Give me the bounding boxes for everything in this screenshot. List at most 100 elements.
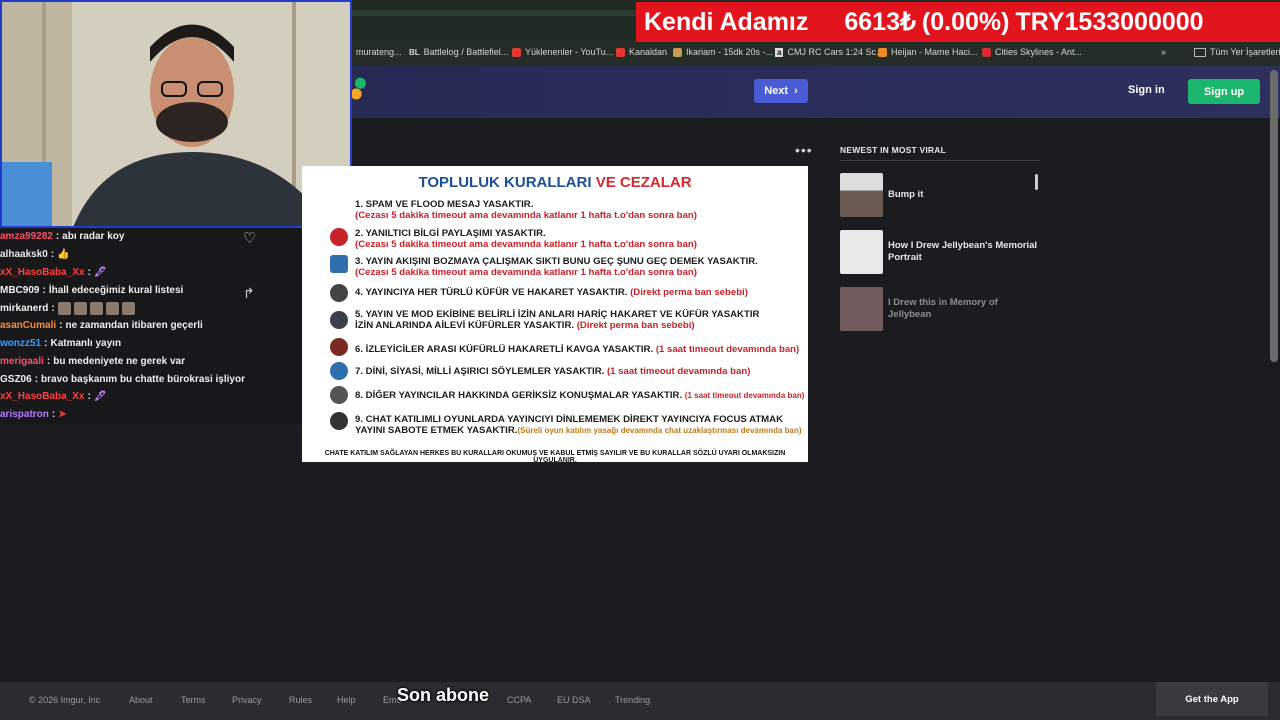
chat-text: 🖋 — [93, 391, 107, 402]
bookmark-7[interactable]: Cities Skylines - Ant... — [982, 47, 1082, 57]
chat-text: İhall edeceğimiz kural listesi — [48, 285, 184, 296]
footer-link-privacy[interactable]: Privacy — [232, 695, 262, 705]
footer-link-trending[interactable]: Trending — [615, 695, 650, 705]
rule-penalty: (Cezası 5 dakika timeout ama devamında k… — [355, 267, 697, 278]
tab-bar[interactable] — [350, 10, 640, 16]
rule-9: 9. CHAT KATILIMLI OYUNLARDA YAYINCIYI Dİ… — [355, 414, 802, 436]
bookmark-4[interactable]: Ikariam - 15dk 20s -... — [673, 47, 773, 57]
chat-username[interactable]: mirkanerd — [0, 303, 48, 314]
chat-message: xX_HasoBaba_Xx: 🖋 — [0, 391, 107, 402]
bookmark-label: CMJ RC Cars 1:24 Sc... — [787, 47, 884, 57]
sign-in-link[interactable]: Sign in — [1128, 84, 1165, 96]
viral-post-item[interactable]: How I Drew Jellybean's Memorial Portrait — [840, 230, 1040, 274]
footer-link-rules[interactable]: Rules — [289, 695, 312, 705]
bookmark-2[interactable]: Yüklenenler - YouTu... — [512, 47, 613, 57]
bookmark-6[interactable]: Heijan - Mame Haci... — [878, 47, 978, 57]
bookmark-label: Heijan - Mame Haci... — [891, 47, 978, 57]
chat-message: asanCumali: ne zamandan itibaren geçerli — [0, 320, 203, 331]
rule-text: YAYINI SABOTE ETMEK YASAKTIR. — [355, 425, 518, 436]
bookmark-5[interactable]: a CMJ RC Cars 1:24 Sc... — [775, 47, 883, 57]
sidebar-divider — [840, 160, 1040, 161]
footer-link-eu-dsa[interactable]: EU DSA — [557, 695, 591, 705]
chat-username[interactable]: amza99282 — [0, 231, 53, 242]
bookmark-1[interactable]: BL Battlelog / Battlefiel... — [409, 47, 508, 57]
chat-username[interactable]: alhaaksk0 — [0, 249, 48, 260]
chat-username[interactable]: xX_HasoBaba_Xx — [0, 391, 85, 402]
fight-icon — [330, 338, 348, 356]
chat-text: ne zamandan itibaren geçerli — [65, 320, 203, 331]
sidebar-scrollbar[interactable] — [1035, 174, 1038, 190]
chat-username[interactable]: arispatron — [0, 409, 49, 420]
post-thumbnail — [840, 230, 883, 274]
post-image[interactable]: TOPLULUK KURALLARI VE CEZALAR 1. SPAM VE… — [302, 166, 808, 462]
page-scrollbar[interactable] — [1270, 70, 1278, 362]
media-icon — [330, 255, 348, 273]
rule-text: 6. İZLEYİCİLER ARASI KÜFÜRLÜ HAKARETLİ K… — [355, 344, 654, 355]
rule-text: 5. YAYIN VE MOD EKİBİNE BELİRLİ İZİN ANL… — [355, 309, 760, 320]
bookmark-3[interactable]: Kanaldan — [616, 47, 667, 57]
webcam-overlay — [0, 0, 352, 228]
next-button[interactable]: Next › — [754, 79, 808, 103]
chat-message: merigaali: bu medeniyete ne gerek var — [0, 356, 185, 367]
viral-post-item[interactable]: Bump it — [840, 173, 1040, 217]
rule-penalty: (Cezası 5 dakika timeout ama devamında k… — [355, 239, 697, 250]
rule-text: 3. YAYIN AKIŞINI BOZMAYA ÇALIŞMAK SIKTI … — [355, 256, 758, 267]
chat-message: amza99282: abı radar koy — [0, 231, 125, 242]
emote-icon — [73, 302, 87, 315]
footer-link-about[interactable]: About — [129, 695, 153, 705]
footer-link-ccpa[interactable]: CCPA — [507, 695, 531, 705]
rule-text: 9. CHAT KATILIMLI OYUNLARDA YAYINCIYI Dİ… — [355, 414, 784, 425]
footer-link-terms[interactable]: Terms — [181, 695, 206, 705]
all-bookmarks[interactable]: Tüm Yer İşaretleri — [1194, 47, 1280, 57]
chat-username[interactable]: merigaali — [0, 356, 44, 367]
people-icon — [330, 386, 348, 404]
chat-message: MBC909: İhall edeceğimiz kural listesi — [0, 285, 184, 296]
rules-title: TOPLULUK KURALLARI VE CEZALAR — [302, 174, 808, 191]
imgur-logo-icon[interactable] — [352, 76, 366, 100]
bookmark-0[interactable]: murateng... — [356, 47, 402, 57]
footer-link-help[interactable]: Help — [337, 695, 356, 705]
chat-text: Katmanlı yayın — [50, 338, 122, 349]
rule-penalty: (1 saat timeout devamında ban) — [606, 366, 751, 377]
rule-4: 4. YAYINCIYA HER TÜRLÜ KÜFÜR VE HAKARET … — [355, 287, 748, 298]
microphone-icon — [330, 284, 348, 302]
chat-username[interactable]: MBC909 — [0, 285, 39, 296]
chat-message: wonzz51: Katmanlı yayın — [0, 338, 122, 349]
rule-text: 2. YANILTICI BİLGİ PAYLAŞIMI YASAKTIR. — [355, 228, 546, 239]
rule-penalty: (Süreli oyun katılım yasağı devamında ch… — [517, 426, 802, 435]
sign-up-button[interactable]: Sign up — [1188, 79, 1260, 104]
amazon-icon: a — [775, 47, 784, 57]
ticker-name: Kendi Adamız — [644, 7, 809, 36]
more-bookmarks-chevron-icon[interactable]: » — [1161, 47, 1166, 57]
rule-penalty: (1 saat timeout devamında ban) — [684, 391, 805, 400]
more-options-icon[interactable]: ••• — [795, 142, 813, 158]
heart-icon[interactable]: ♡ — [243, 229, 256, 247]
rule-text: İZİN ANLARINDA AİLEVİ KÜFÜRLER YASAKTIR. — [355, 320, 575, 331]
get-the-app-button[interactable]: Get the App — [1156, 682, 1268, 716]
rule-5: 5. YAYIN VE MOD EKİBİNE BELİRLİ İZİN ANL… — [355, 309, 759, 331]
chat-username[interactable]: wonzz51 — [0, 338, 41, 349]
rule-penalty: (Direkt perma ban sebebi) — [630, 287, 748, 298]
share-arrow-icon[interactable]: ↱ — [243, 285, 255, 302]
chat-username[interactable]: asanCumali — [0, 320, 56, 331]
chat-username[interactable]: xX_HasoBaba_Xx — [0, 267, 85, 278]
viral-post-item[interactable]: I Drew this in Memory of Jellybean — [840, 287, 1040, 331]
folder-icon — [1194, 47, 1206, 57]
ticker-value: 6613₺ — [844, 8, 916, 36]
orange-site-icon — [878, 47, 887, 57]
bookmark-label: Cities Skylines - Ant... — [995, 47, 1083, 57]
post-thumbnail — [840, 287, 883, 331]
youtube-icon — [512, 47, 521, 57]
copyright: © 2026 Imgur, Inc — [29, 695, 101, 705]
youtube-icon — [616, 47, 625, 57]
imgur-footer: © 2026 Imgur, Inc About Terms Privacy Ru… — [0, 682, 1280, 720]
chat-text: 👍 — [57, 249, 70, 260]
emote-icon — [121, 302, 135, 315]
rule-text: 1. SPAM VE FLOOD MESAJ YASAKTIR. — [355, 199, 534, 210]
rules-footer-note: CHATE KATILIM SAĞLAYAN HERKES BU KURALLA… — [324, 450, 786, 462]
rule-penalty: (1 saat timeout devamında ban) — [655, 344, 800, 355]
chat-username[interactable]: GSZ06 — [0, 374, 32, 385]
ticker-mcap: TRY1533000000 — [1015, 7, 1204, 36]
warning-icon — [330, 228, 348, 246]
chat-text: bravo başkanım bu chatte bürokrasi işliy… — [41, 374, 245, 385]
